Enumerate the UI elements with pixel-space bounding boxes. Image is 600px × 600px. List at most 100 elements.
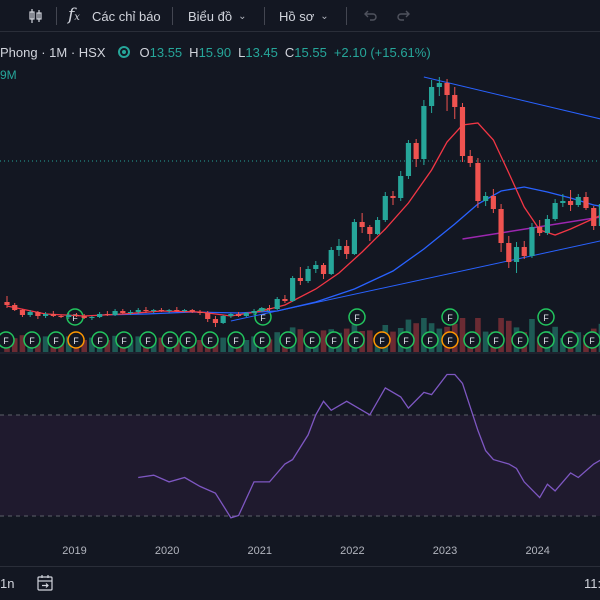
volume-bar xyxy=(367,330,373,352)
candle-body xyxy=(19,310,26,315)
candle-body xyxy=(390,196,396,198)
candle-body xyxy=(43,314,49,316)
marker-letter: F xyxy=(145,336,151,346)
candle xyxy=(459,103,466,162)
candle-body xyxy=(127,312,134,313)
year-tick-label: 2023 xyxy=(433,545,457,557)
candle xyxy=(220,315,226,324)
candle-body xyxy=(135,310,141,312)
marker-letter: F xyxy=(121,336,127,346)
candle-body xyxy=(367,227,373,234)
marker-letter: F xyxy=(167,336,173,346)
fundamentals-marker: F xyxy=(561,331,579,349)
candle-body xyxy=(228,314,234,316)
price-chart[interactable]: F F F F F F F F F F F F F F F F F F F F F F F F F FF F F F F 2019 2020… xyxy=(0,0,600,566)
candle-body xyxy=(97,314,103,317)
candle-body xyxy=(282,299,288,301)
volume-bar xyxy=(220,337,226,352)
year-tick-label: 2024 xyxy=(525,545,549,557)
candle-body xyxy=(583,197,589,208)
open-label: O xyxy=(139,44,150,60)
volume-bar xyxy=(274,332,280,352)
fundamentals-marker: F xyxy=(179,331,197,349)
year-tick-label: 2020 xyxy=(155,545,179,557)
marker-letter: F xyxy=(259,336,265,346)
marker-letter: F xyxy=(469,336,475,346)
fundamentals-marker: F xyxy=(23,331,41,349)
candle-body xyxy=(429,87,435,106)
close-label: C xyxy=(284,44,295,60)
marker-letter: F xyxy=(72,313,78,323)
candle-body xyxy=(591,208,597,226)
marker-letter: F xyxy=(427,336,433,346)
calendar-goto-icon[interactable] xyxy=(36,574,54,597)
candle xyxy=(529,223,535,258)
rsi-band-fill xyxy=(0,415,600,516)
symbol-legend: Phong · 1M · HSX O 13.55 H 15.90 L 13.45 C1… xyxy=(0,42,431,62)
candle-body xyxy=(120,311,126,313)
marker-letter: F xyxy=(3,336,9,346)
candle-body xyxy=(483,196,489,201)
candle-body xyxy=(166,310,172,311)
fundamentals-marker: F xyxy=(463,331,481,349)
candle-body xyxy=(521,247,527,256)
fundamentals-marker: F xyxy=(47,331,65,349)
symbol-label[interactable]: Phong · 1M · HSX xyxy=(0,45,106,60)
marker-letter: F xyxy=(331,336,337,346)
candle-body xyxy=(421,106,427,159)
candle-body xyxy=(351,222,357,254)
candle-body xyxy=(575,197,581,205)
volume-bar xyxy=(459,318,466,352)
candle-body xyxy=(498,209,504,243)
candle-body xyxy=(212,319,219,323)
candle-body xyxy=(243,313,249,316)
candle-body xyxy=(205,313,211,319)
marker-letter: F xyxy=(309,336,315,346)
candle-body xyxy=(305,269,311,281)
marker-letter: F xyxy=(73,336,79,346)
candle-body xyxy=(560,201,566,203)
candle-body xyxy=(174,310,180,311)
marker-letter: F xyxy=(543,336,549,346)
marker-letter: F xyxy=(517,336,523,346)
fundamentals-marker: F xyxy=(227,331,245,349)
fundamentals-marker: F xyxy=(279,331,297,349)
candle-body xyxy=(66,315,72,317)
fundamentals-marker: F xyxy=(347,331,365,349)
candle-body xyxy=(197,312,203,313)
fundamentals-marker: F xyxy=(397,331,415,349)
year-tick-label: 2019 xyxy=(62,545,86,557)
marker-letter: F xyxy=(233,336,239,346)
marker-letter: F xyxy=(285,336,291,346)
candle-body xyxy=(158,310,164,311)
fundamentals-marker: F xyxy=(511,331,529,349)
candle-body xyxy=(112,311,118,315)
fundamentals-marker: F xyxy=(373,331,391,349)
candle-body xyxy=(151,310,157,311)
candle-body xyxy=(529,227,535,256)
volume-bar xyxy=(506,320,512,352)
candle-body xyxy=(413,143,419,159)
low-label: L xyxy=(238,44,246,60)
fundamentals-marker: F xyxy=(348,308,366,326)
candle-body xyxy=(405,143,412,176)
marker-letter: F xyxy=(185,336,191,346)
marker-letter: F xyxy=(447,313,453,323)
fundamentals-marker: F xyxy=(583,331,600,349)
candle-body xyxy=(81,316,87,318)
year-tick-label: 2022 xyxy=(340,545,364,557)
candle-body xyxy=(506,243,512,262)
candle-body xyxy=(73,315,80,316)
fundamentals-marker: F xyxy=(0,331,15,349)
interval-label[interactable]: 1n xyxy=(0,576,14,591)
change-value: +2.10 (+15.61%) xyxy=(333,44,431,60)
candle-body xyxy=(50,314,56,316)
candle-body xyxy=(382,196,388,220)
high-label: H xyxy=(189,44,199,60)
candle xyxy=(351,219,357,255)
candle-body xyxy=(143,310,149,311)
candle-body xyxy=(313,265,319,269)
fundamentals-marker: F xyxy=(67,331,85,349)
candle-body xyxy=(89,317,95,318)
clock-label: 11: xyxy=(584,576,600,591)
